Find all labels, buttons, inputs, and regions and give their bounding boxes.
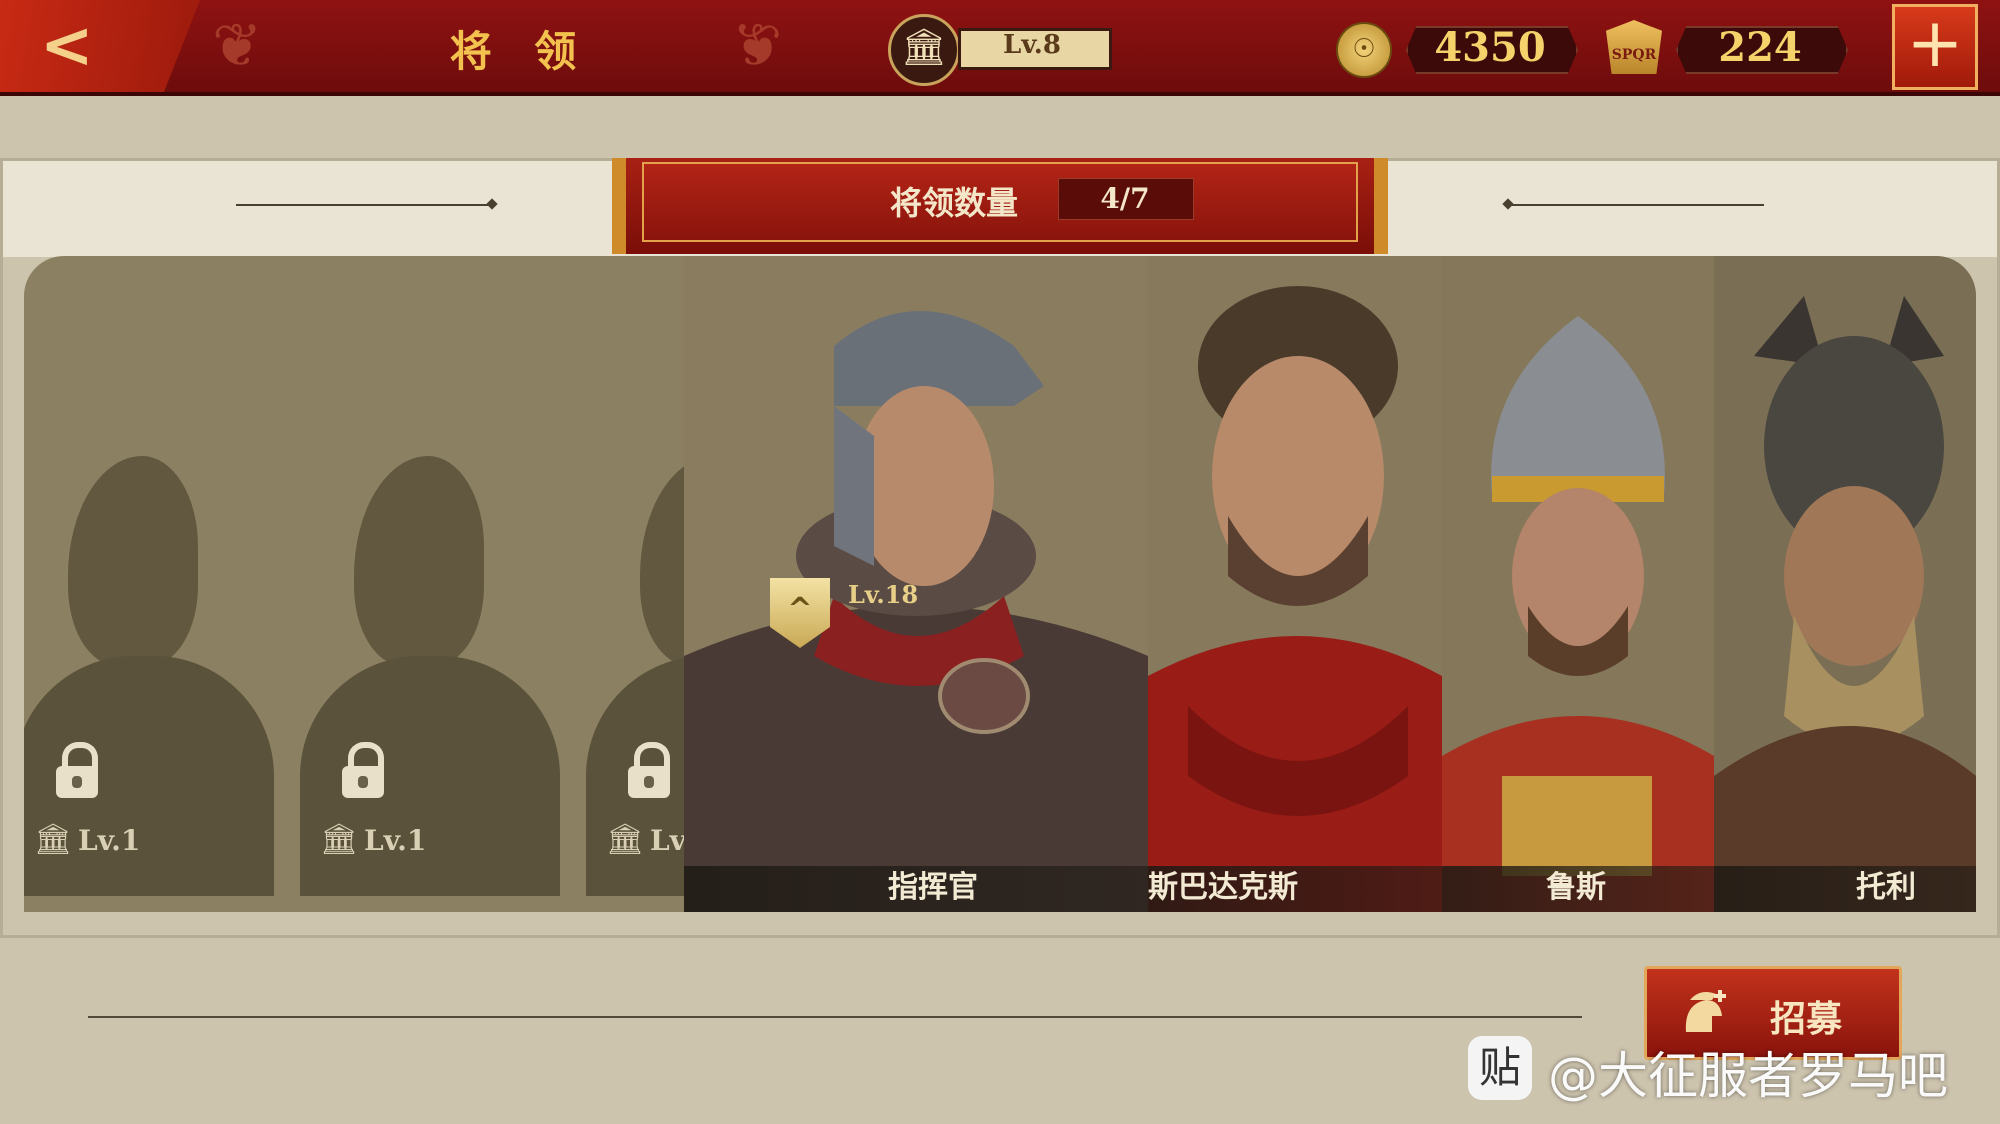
generals-panel: 🏛 Lv.14 🏛 Lv.15 🏛 Lv.1 托利 [24,256,1976,912]
locked-slot-level: Lv.14 [78,824,138,857]
general-name: 斯巴达克斯 [1148,870,1298,905]
general-portrait [1714,256,1976,912]
add-currency-button[interactable]: + [1892,4,1978,90]
coin-amount: 4350 [1434,24,1546,71]
general-portrait [1148,256,1442,912]
tieba-logo-icon: 贴 [1468,1036,1532,1100]
frame-divider-right [1508,204,1764,206]
player-level: Lv.8 [1003,30,1061,60]
general-portrait [1442,256,1714,912]
silhouette-body [300,656,560,896]
silhouette-head [354,456,484,666]
general-level: Lv.18 [848,580,919,609]
spartan-helmet-icon [1685,990,1726,1032]
back-arrow-icon: < [40,9,94,83]
laurel-right-icon: ❦ [732,11,783,81]
frame-divider-left [236,204,492,206]
general-count-label: 将领数量 [890,184,1019,222]
temple-icon: 🏛 [888,14,960,86]
locked-slot-level: Lv.15 [364,824,428,857]
chevron-up-icon: ^ [787,592,813,627]
temple-icon: 🏛 [606,822,645,857]
spqr-amount: 224 [1718,24,1802,71]
general-card[interactable]: 鲁斯 [1442,256,1714,912]
temple-icon: 🏛 [320,822,359,857]
lock-icon [54,742,100,798]
lock-icon [626,742,672,798]
general-namebar [1714,866,1976,912]
recruit-label: 招募 [1770,998,1843,1040]
temple-icon: 🏛 [34,822,73,857]
spqr-icon: SPQR [1606,20,1662,74]
lock-icon [340,742,386,798]
general-card[interactable]: 斯巴达克斯 [1148,256,1442,912]
watermark-text: @大征服者罗马吧 [1548,1047,1948,1105]
general-count-value: 4/7 [1100,182,1150,215]
page-title: 将 领 [449,27,591,76]
silhouette-head [68,456,198,666]
general-card[interactable]: 托利 [1714,256,1976,912]
coin-icon: ☉ [1336,22,1392,78]
bottom-divider [88,1016,1582,1018]
laurel-left-icon: ❦ [212,11,263,81]
general-name: 指挥官 [888,870,978,905]
general-name: 鲁斯 [1546,870,1606,905]
plus-icon: + [1906,4,1964,83]
general-name: 托利 [1856,870,1916,905]
